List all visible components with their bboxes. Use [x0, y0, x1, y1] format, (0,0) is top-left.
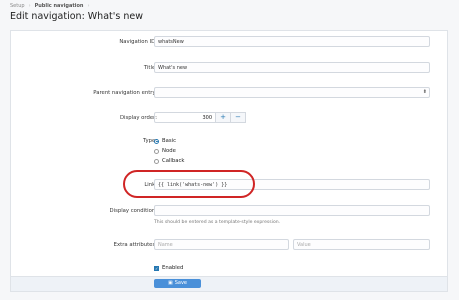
- parent-label: Parent navigation entry:: [93, 90, 157, 96]
- annotation-highlight-oval: [123, 170, 255, 198]
- extra-attribute-value-input[interactable]: Value: [293, 239, 430, 250]
- title-input[interactable]: What's new: [154, 62, 430, 73]
- form-footer: ▣ Save: [11, 276, 447, 291]
- breadcrumb-separator-icon: ›: [87, 3, 90, 9]
- form-container: Navigation ID: whatsNew Title: What's ne…: [10, 30, 448, 292]
- display-order-input[interactable]: 300: [154, 112, 216, 123]
- decrement-button[interactable]: −: [231, 112, 246, 123]
- extra-attribute-name-input[interactable]: Name: [154, 239, 289, 250]
- title-label: Title:: [143, 65, 157, 71]
- display-condition-hint: This should be entered as a template-sty…: [154, 220, 281, 225]
- page-title: Edit navigation: What's new: [10, 11, 143, 22]
- increment-button[interactable]: +: [216, 112, 231, 123]
- save-button[interactable]: ▣ Save: [154, 279, 201, 288]
- type-label: Type:: [143, 138, 157, 144]
- parent-select[interactable]: [154, 87, 430, 98]
- navigation-id-label: Navigation ID:: [119, 39, 157, 45]
- type-option-callback[interactable]: Callback: [154, 158, 184, 164]
- type-option-basic[interactable]: Basic: [154, 138, 176, 144]
- checkbox-checked-icon[interactable]: ✓: [154, 265, 159, 271]
- save-icon: ▣: [167, 280, 173, 286]
- navigation-id-input[interactable]: whatsNew: [154, 36, 430, 47]
- display-order-stepper: 300 + −: [154, 112, 246, 123]
- enabled-label: Enabled: [162, 265, 184, 271]
- breadcrumb: Setup › Public navigation ›: [10, 3, 89, 9]
- radio-icon[interactable]: [154, 148, 159, 154]
- radio-selected-icon[interactable]: [154, 138, 159, 144]
- display-order-label: Display order:: [119, 115, 157, 121]
- breadcrumb-item-setup[interactable]: Setup: [10, 3, 25, 9]
- breadcrumb-separator-icon: ›: [28, 3, 31, 9]
- display-condition-input[interactable]: [154, 205, 430, 216]
- breadcrumb-item-public-navigation[interactable]: Public navigation: [35, 3, 84, 9]
- type-option-node[interactable]: Node: [154, 148, 176, 154]
- enabled-checkbox-row[interactable]: ✓ Enabled: [154, 265, 183, 271]
- radio-icon[interactable]: [154, 158, 159, 164]
- display-condition-label: Display condition:: [109, 208, 157, 214]
- extra-attributes-label: Extra attributes:: [113, 242, 157, 248]
